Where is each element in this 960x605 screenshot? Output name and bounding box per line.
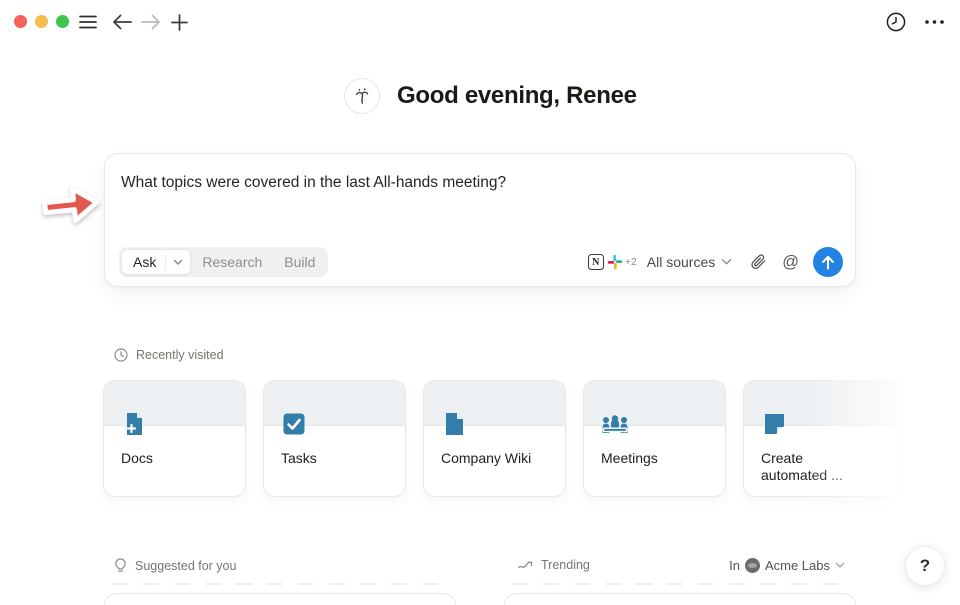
- card-label: Docs: [121, 450, 221, 467]
- trending-card[interactable]: [504, 593, 856, 605]
- page-title: Good evening, Renee: [397, 82, 637, 110]
- recent-card-tasks[interactable]: Tasks: [263, 380, 406, 497]
- note-icon: [761, 411, 787, 437]
- chevron-down-icon: [721, 258, 732, 266]
- more-options-button[interactable]: [922, 13, 946, 31]
- all-sources-dropdown[interactable]: All sources: [647, 254, 732, 270]
- paperclip-icon: [750, 253, 767, 271]
- arrow-left-icon: [112, 14, 132, 30]
- divider: [512, 583, 852, 585]
- meeting-people-icon: [601, 411, 629, 437]
- mention-button[interactable]: @: [782, 253, 799, 272]
- card-label: Company Wiki: [441, 450, 541, 467]
- hamburger-icon: [79, 15, 97, 29]
- workspace-name-label: Acme Labs: [765, 558, 830, 573]
- attach-file-button[interactable]: [750, 253, 767, 271]
- mode-segmented-control: Ask Research Build: [119, 247, 328, 277]
- ai-composer-card: What topics were covered in the last All…: [104, 153, 856, 287]
- recently-visited-row: Docs Tasks Company Wiki Meetings: [103, 380, 903, 497]
- arrow-right-icon: [141, 14, 161, 30]
- suggested-for-you-header: Suggested for you: [114, 558, 236, 573]
- forward-button[interactable]: [139, 11, 163, 33]
- minimize-window-button[interactable]: [35, 15, 48, 28]
- mode-ask-button[interactable]: Ask: [121, 249, 191, 275]
- question-mark-icon: ?: [920, 556, 930, 576]
- history-button[interactable]: [884, 10, 908, 34]
- scope-prefix-label: In: [729, 558, 740, 573]
- arrow-up-icon: [821, 255, 835, 270]
- recent-card-docs[interactable]: Docs: [103, 380, 246, 497]
- all-sources-label: All sources: [647, 254, 715, 270]
- zoom-window-button[interactable]: [56, 15, 69, 28]
- card-label: Create automated ...: [761, 450, 845, 484]
- chevron-down-icon: [835, 562, 845, 569]
- plus-icon: [171, 14, 188, 31]
- back-button[interactable]: [110, 11, 134, 33]
- close-window-button[interactable]: [14, 15, 27, 28]
- new-tab-button[interactable]: [167, 11, 191, 33]
- composer-toolbar: Ask Research Build N +2: [119, 247, 843, 277]
- lightbulb-icon: [114, 558, 127, 573]
- composer-right-tools: N +2 All sources: [588, 247, 843, 277]
- recently-visited-header: Recently visited: [114, 348, 224, 362]
- suggested-card[interactable]: [104, 593, 456, 605]
- mode-build-button[interactable]: Build: [273, 254, 326, 270]
- annotation-arrow-icon: [36, 177, 107, 234]
- query-input[interactable]: What topics were covered in the last All…: [121, 173, 839, 194]
- recent-card-company-wiki[interactable]: Company Wiki: [423, 380, 566, 497]
- notion-source-icon: N: [588, 254, 604, 270]
- document-add-icon: [121, 411, 147, 437]
- mode-dropdown-button[interactable]: [166, 259, 190, 266]
- recent-card-meetings[interactable]: Meetings: [583, 380, 726, 497]
- send-button[interactable]: [813, 247, 843, 277]
- divider: [112, 583, 452, 585]
- slack-source-icon: [607, 254, 623, 270]
- page-icon: [441, 411, 467, 437]
- workspace-logo-icon: [745, 558, 760, 573]
- trending-header: Trending: [518, 558, 590, 572]
- trending-label: Trending: [541, 558, 590, 572]
- recent-card-create-automated[interactable]: Create automated ...: [743, 380, 903, 497]
- suggested-for-you-label: Suggested for you: [135, 559, 236, 573]
- window-titlebar: [0, 0, 960, 44]
- mode-research-button[interactable]: Research: [191, 254, 273, 270]
- extra-sources-count: +2: [625, 256, 637, 268]
- clock-history-icon: [886, 12, 906, 32]
- connected-sources-button[interactable]: N +2: [588, 254, 637, 270]
- workspace-scope-dropdown[interactable]: In Acme Labs: [729, 558, 845, 573]
- chevron-down-icon: [173, 259, 183, 266]
- sidebar-menu-button[interactable]: [76, 11, 100, 33]
- recently-visited-label: Recently visited: [136, 348, 224, 362]
- greeting-avatar[interactable]: [344, 78, 380, 114]
- palm-tree-icon: [352, 86, 372, 106]
- clock-icon: [114, 348, 128, 362]
- mode-ask-label: Ask: [122, 254, 165, 270]
- card-label: Meetings: [601, 450, 701, 467]
- card-label: Tasks: [281, 450, 381, 467]
- trending-icon: [518, 560, 533, 571]
- help-button[interactable]: ?: [905, 546, 945, 586]
- ellipsis-icon: [925, 20, 944, 24]
- at-icon: @: [782, 253, 799, 271]
- checkbox-icon: [281, 411, 307, 437]
